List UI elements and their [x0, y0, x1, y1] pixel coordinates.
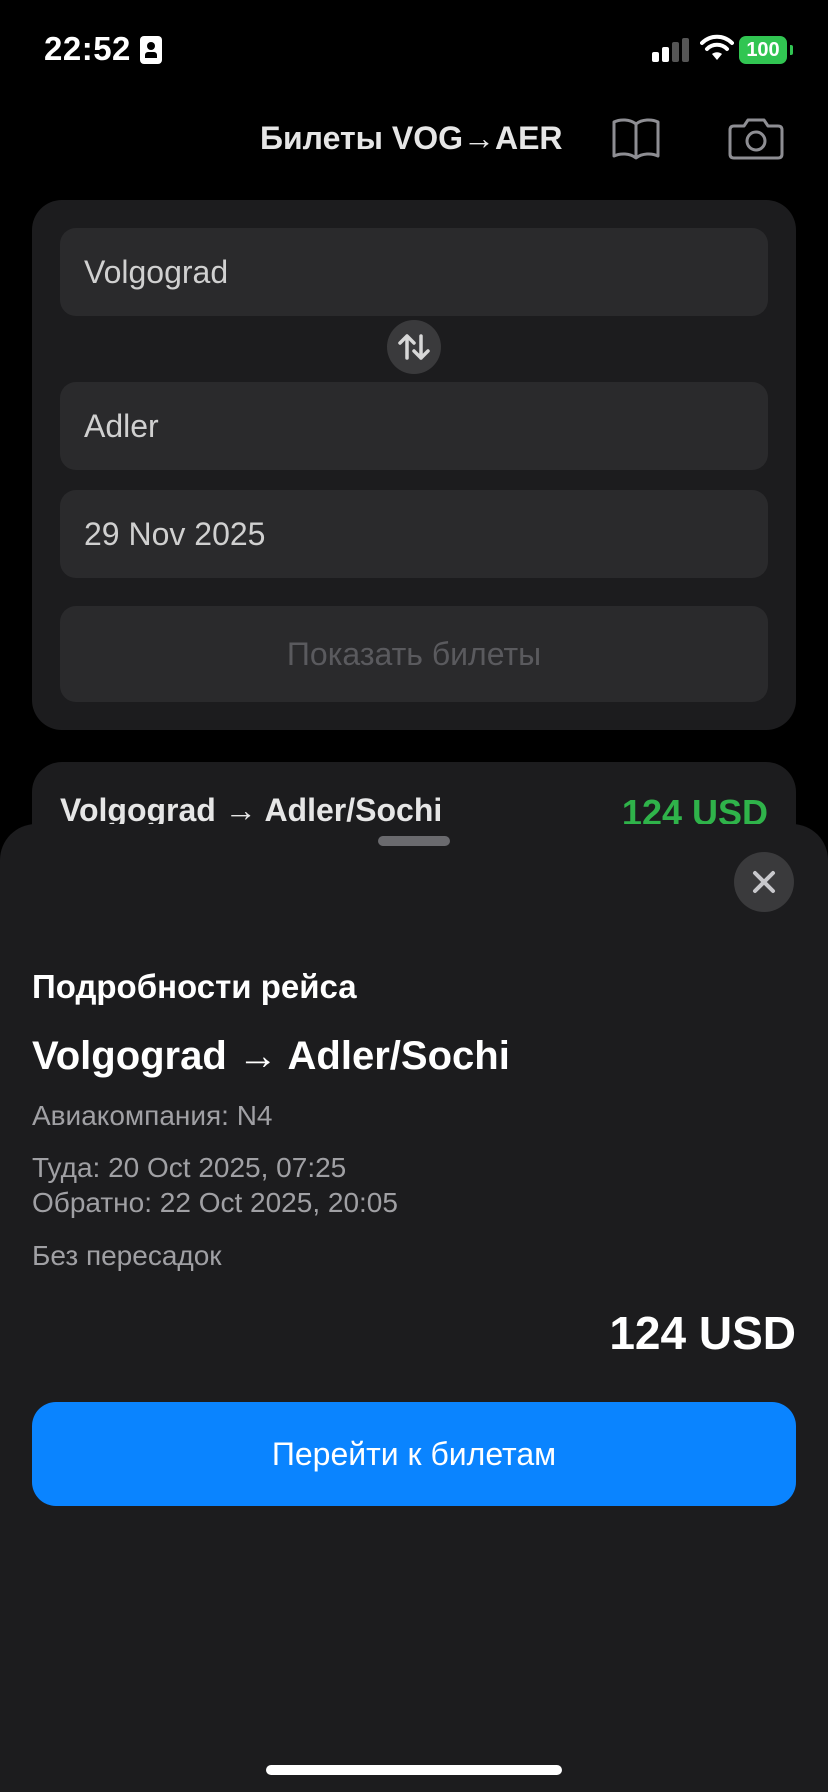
depart-text: Туда: 20 Oct 2025, 07:25: [32, 1152, 347, 1183]
go-to-tickets-button[interactable]: Перейти к билетам: [32, 1402, 796, 1506]
stops-text: Без пересадок: [32, 1240, 222, 1271]
airline-text: Авиакомпания: N4: [32, 1100, 273, 1131]
book-icon[interactable]: [610, 114, 662, 162]
id-card-icon: [140, 36, 162, 64]
camera-icon[interactable]: [728, 114, 784, 162]
battery-icon: 100: [739, 36, 793, 64]
status-time: 22:52: [44, 30, 131, 67]
home-indicator[interactable]: [266, 1765, 562, 1775]
from-field[interactable]: Volgograd: [60, 228, 768, 316]
return-text: Обратно: 22 Oct 2025, 20:05: [32, 1187, 398, 1218]
swap-button[interactable]: [387, 320, 441, 374]
date-field[interactable]: 29 Nov 2025: [60, 490, 768, 578]
search-card: Volgograd Adler 29 Nov 2025 Показать бил…: [32, 200, 796, 730]
sheet-price: 124 USD: [609, 1307, 796, 1359]
wifi-icon: [700, 34, 734, 60]
status-bar: 22:52 100: [0, 0, 828, 100]
page-title: Билеты VOG→AER: [260, 120, 563, 156]
sheet-route: Volgograd → Adler/Sochi: [32, 1034, 510, 1078]
sheet-heading: Подробности рейса: [32, 968, 357, 1005]
cellular-signal-icon: [652, 38, 690, 62]
close-button[interactable]: [734, 852, 794, 912]
swap-arrows-icon: [398, 334, 430, 360]
to-field[interactable]: Adler: [60, 382, 768, 470]
show-tickets-button[interactable]: Показать билеты: [60, 606, 768, 702]
close-icon: [753, 871, 775, 893]
flight-details-sheet: Подробности рейса Volgograd → Adler/Soch…: [0, 824, 828, 1792]
sheet-grabber[interactable]: [378, 836, 450, 846]
